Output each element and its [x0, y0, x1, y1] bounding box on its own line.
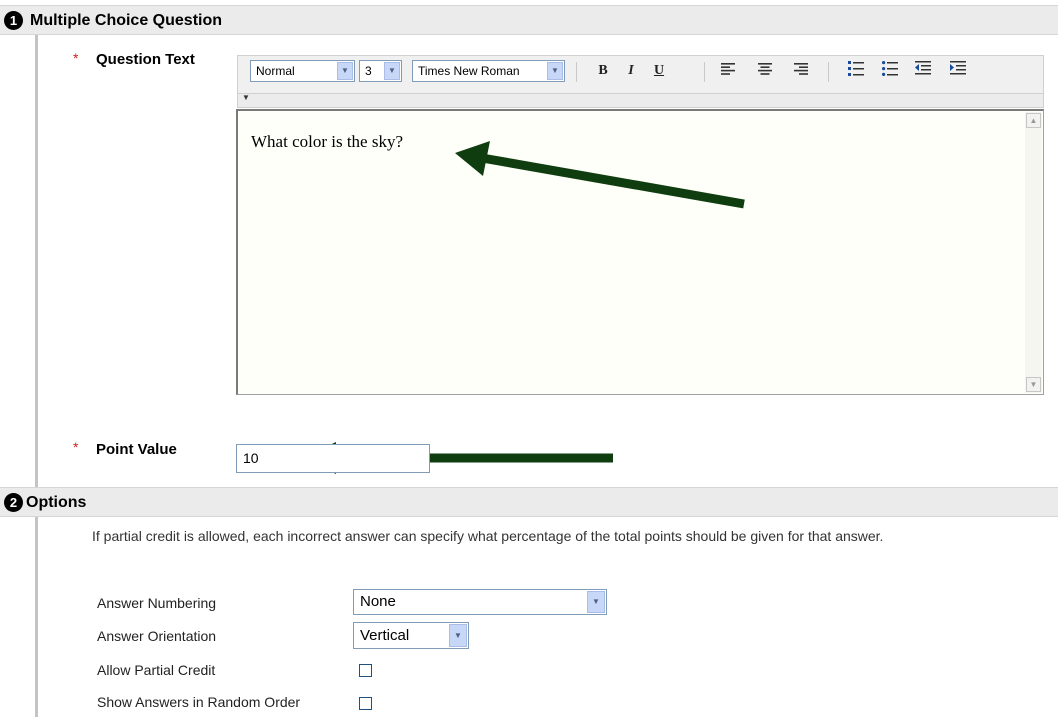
step-number-badge: 2	[4, 493, 23, 512]
allow-partial-credit-label: Allow Partial Credit	[97, 662, 216, 678]
required-marker: *	[73, 439, 79, 455]
point-value-input[interactable]: 10	[236, 444, 430, 473]
point-value-label: Point Value	[96, 441, 177, 458]
answer-numbering-label: Answer Numbering	[97, 595, 217, 611]
allow-partial-credit-checkbox[interactable]	[359, 664, 372, 677]
random-order-label: Show Answers in Random Order	[97, 694, 301, 710]
arrow-to-question-text-icon	[455, 141, 745, 209]
answer-orientation-value: Vertical	[360, 627, 410, 644]
section-rail	[35, 517, 38, 717]
random-order-checkbox[interactable]	[359, 697, 372, 710]
answer-numbering-value: None	[360, 593, 396, 610]
answer-numbering-select[interactable]: None ▼	[353, 589, 607, 615]
chevron-down-icon: ▼	[587, 591, 605, 613]
partial-credit-description: If partial credit is allowed, each incor…	[92, 528, 884, 544]
chevron-down-icon: ▼	[449, 624, 467, 647]
section-title: Options	[26, 494, 87, 511]
answer-orientation-label: Answer Orientation	[97, 628, 217, 644]
options-section-header: 2 Options	[0, 487, 1058, 517]
answer-orientation-select[interactable]: Vertical ▼	[353, 622, 469, 649]
